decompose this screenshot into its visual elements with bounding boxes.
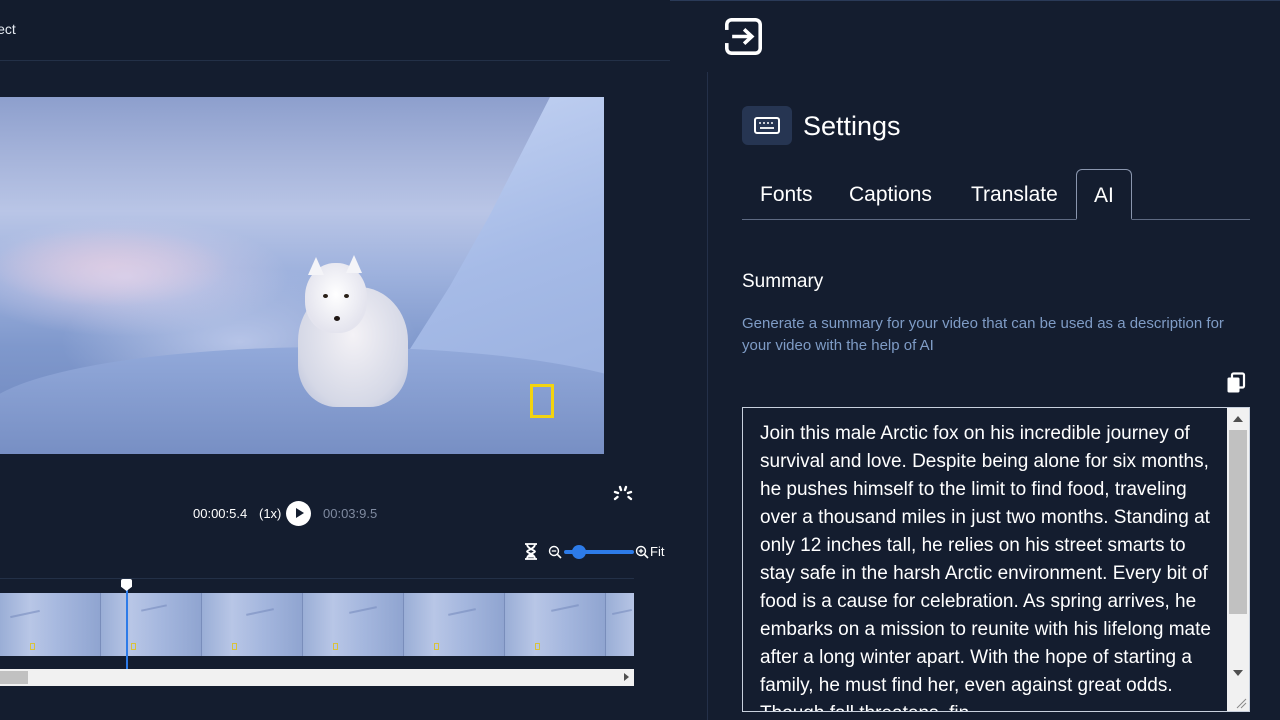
film-frame [101, 593, 202, 656]
scroll-down-arrow[interactable] [1233, 670, 1243, 676]
film-frame [404, 593, 505, 656]
settings-tabs: Fonts Captions Translate AI [742, 169, 1250, 220]
exit-panel-icon[interactable] [725, 18, 762, 55]
timeline-scrollbar[interactable] [0, 669, 634, 686]
playback-speed[interactable]: (1x) [259, 506, 281, 521]
settings-icon-box [742, 106, 792, 145]
scroll-up-arrow[interactable] [1233, 416, 1243, 422]
resize-grip-icon[interactable] [1235, 697, 1247, 709]
hourglass-icon[interactable] [524, 543, 538, 560]
tab-ai-label: AI [1094, 184, 1114, 207]
keyboard-icon [754, 117, 780, 134]
summary-scrollbar[interactable] [1227, 408, 1249, 711]
copy-icon[interactable] [1226, 372, 1246, 394]
film-frame [202, 593, 303, 656]
app-root: ject 00:00:5.4 (1x) 00:03:9.5 [0, 0, 1280, 720]
film-frame [606, 593, 634, 656]
tab-translate[interactable]: Translate [971, 183, 1058, 207]
editor-topbar: ject [0, 0, 670, 61]
zoom-fit-button[interactable]: Fit [650, 544, 664, 559]
loading-spinner-icon[interactable] [612, 484, 634, 504]
summary-textarea[interactable]: Join this male Arctic fox on his incredi… [742, 407, 1250, 712]
timeline-filmstrip[interactable] [0, 593, 634, 656]
timeline-divider [0, 578, 634, 579]
scroll-right-arrow[interactable] [624, 673, 629, 681]
watermark-logo [530, 384, 554, 418]
summary-text[interactable]: Join this male Arctic fox on his incredi… [760, 420, 1220, 711]
project-label[interactable]: ject [0, 21, 16, 37]
summary-scrollbar-thumb[interactable] [1229, 430, 1247, 614]
tab-fonts[interactable]: Fonts [760, 183, 813, 207]
play-button[interactable] [286, 501, 311, 526]
video-preview[interactable] [0, 97, 604, 454]
zoom-out-icon[interactable] [548, 545, 562, 559]
summary-title: Summary [742, 271, 824, 292]
film-frame [505, 593, 606, 656]
film-frame [303, 593, 404, 656]
tab-captions[interactable]: Captions [849, 183, 932, 207]
timeline-scrollbar-thumb[interactable] [0, 671, 28, 684]
tab-ai[interactable]: AI [1076, 169, 1132, 220]
editor-area: ject 00:00:5.4 (1x) 00:03:9.5 [0, 0, 670, 720]
playhead-handle[interactable] [121, 579, 132, 591]
total-duration: 00:03:9.5 [323, 506, 378, 521]
zoom-slider-knob[interactable] [572, 545, 586, 559]
summary-description: Generate a summary for your video that c… [742, 315, 1224, 354]
panel-title: Settings [803, 111, 901, 141]
timeline-zoom-controls: Fit [524, 543, 670, 561]
current-time: 00:00:5.4 [193, 506, 248, 521]
film-frame [0, 593, 101, 656]
playhead[interactable] [126, 588, 128, 670]
zoom-in-icon[interactable] [635, 545, 649, 559]
